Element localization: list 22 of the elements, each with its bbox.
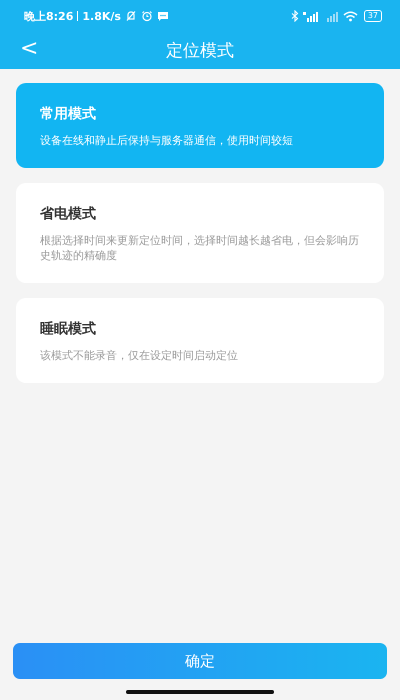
mode-card[interactable]: 省电模式 根据选择时间来更新定位时间，选择时间越长越省电，但会影响历史轨迹的精确度	[16, 183, 384, 283]
page-title: 定位模式	[166, 40, 234, 62]
mode-title: 省电模式	[40, 205, 97, 223]
bluetooth-icon	[290, 10, 299, 22]
back-button[interactable]: <	[14, 34, 44, 64]
network-speed: 1.8K/s	[82, 10, 121, 22]
message-icon	[156, 10, 169, 22]
status-time: 晚上8:26	[24, 8, 74, 24]
mode-title: 睡眠模式	[40, 320, 97, 338]
alarm-clock-icon	[140, 10, 153, 22]
signal-icon	[302, 10, 319, 22]
mode-card[interactable]: 睡眠模式 该模式不能录音，仅在设定时间启动定位	[16, 298, 384, 383]
mode-card[interactable]: 常用模式 设备在线和静止后保持与服务器通信，使用时间较短	[16, 83, 384, 168]
mode-description: 设备在线和静止后保持与服务器通信，使用时间较短	[40, 133, 294, 148]
status-divider	[77, 11, 78, 21]
mode-description: 该模式不能录音，仅在设定时间启动定位	[40, 348, 239, 363]
mode-description: 根据选择时间来更新定位时间，选择时间越长越省电，但会影响历史轨迹的精确度	[40, 233, 360, 263]
mode-title: 常用模式	[40, 105, 97, 123]
battery-indicator: 37	[364, 10, 382, 22]
bell-off-icon	[124, 10, 137, 22]
wifi-icon	[342, 10, 358, 22]
confirm-button[interactable]: 确定	[13, 643, 387, 679]
